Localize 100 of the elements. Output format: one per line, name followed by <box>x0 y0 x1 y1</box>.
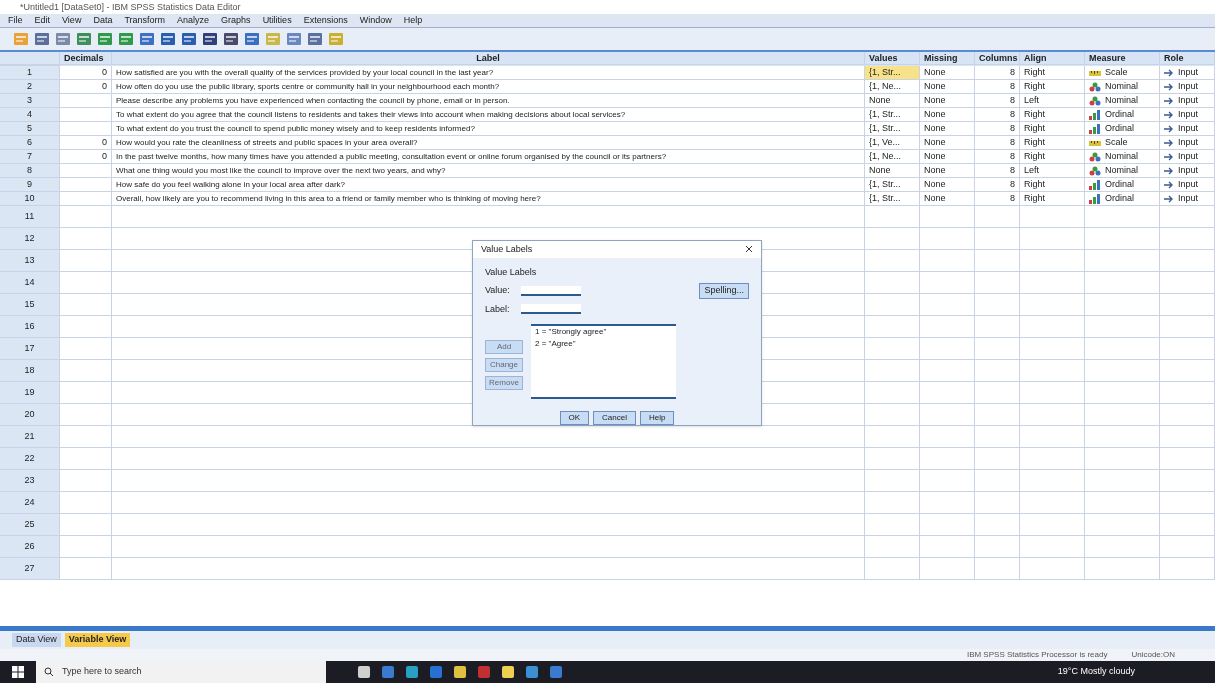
table-cell[interactable]: {1, Ne... <box>865 80 920 94</box>
empty-cell[interactable] <box>1085 206 1160 228</box>
taskbar-search-field[interactable]: Type here to search <box>36 661 326 683</box>
column-header[interactable]: Decimals <box>60 52 112 65</box>
close-icon[interactable] <box>745 245 753 254</box>
empty-cell[interactable] <box>975 492 1020 514</box>
empty-cell[interactable] <box>920 558 975 580</box>
row-number[interactable]: 12 <box>0 228 60 250</box>
empty-cell[interactable] <box>1085 338 1160 360</box>
empty-cell[interactable] <box>1020 316 1085 338</box>
empty-cell[interactable] <box>920 470 975 492</box>
empty-cell[interactable] <box>1020 250 1085 272</box>
menu-item[interactable]: Graphs <box>221 14 251 27</box>
column-header[interactable]: Label <box>112 52 865 65</box>
empty-cell[interactable] <box>112 470 865 492</box>
table-cell[interactable]: {1, Str... <box>865 66 920 80</box>
empty-cell[interactable] <box>1085 558 1160 580</box>
menu-item[interactable]: File <box>8 14 23 27</box>
menu-item[interactable]: Window <box>359 14 392 27</box>
empty-cell[interactable] <box>1020 470 1085 492</box>
dialog-button[interactable]: OK <box>559 411 590 425</box>
empty-cell[interactable] <box>865 294 920 316</box>
empty-cell[interactable] <box>920 250 975 272</box>
empty-cell[interactable] <box>920 426 975 448</box>
empty-cell[interactable] <box>920 382 975 404</box>
taskbar-app-icon[interactable] <box>526 666 538 678</box>
table-cell[interactable]: {1, Str... <box>865 178 920 192</box>
empty-cell[interactable] <box>975 206 1020 228</box>
menu-item[interactable]: Edit <box>34 14 51 27</box>
empty-cell[interactable] <box>1085 470 1160 492</box>
row-number[interactable]: 25 <box>0 514 60 536</box>
list-action-button[interactable]: Change <box>485 358 523 372</box>
empty-cell[interactable] <box>920 294 975 316</box>
menu-item[interactable]: Transform <box>124 14 166 27</box>
empty-cell[interactable] <box>1085 492 1160 514</box>
row-number[interactable]: 21 <box>0 426 60 448</box>
value-labels-list[interactable]: 1 = "Strongly agree" 2 = "Agree" <box>531 324 676 399</box>
view-tab[interactable]: Variable View <box>64 633 131 647</box>
row-number[interactable]: 16 <box>0 316 60 338</box>
menu-item[interactable]: Extensions <box>303 14 348 27</box>
empty-cell[interactable] <box>865 360 920 382</box>
empty-cell[interactable] <box>920 338 975 360</box>
row-number[interactable]: 27 <box>0 558 60 580</box>
row-number[interactable]: 14 <box>0 272 60 294</box>
row-number[interactable]: 15 <box>0 294 60 316</box>
empty-cell[interactable] <box>1160 382 1215 404</box>
horizontal-scrollbar[interactable] <box>0 626 1215 631</box>
empty-cell[interactable] <box>1160 514 1215 536</box>
row-number[interactable]: 10 <box>0 192 60 206</box>
empty-cell[interactable] <box>865 448 920 470</box>
row-number[interactable]: 26 <box>0 536 60 558</box>
row-number[interactable]: 2 <box>0 80 60 94</box>
empty-cell[interactable] <box>1160 206 1215 228</box>
empty-cell[interactable] <box>1160 338 1215 360</box>
empty-cell[interactable] <box>975 558 1020 580</box>
empty-cell[interactable] <box>920 514 975 536</box>
row-number[interactable]: 17 <box>0 338 60 360</box>
empty-cell[interactable] <box>1020 426 1085 448</box>
empty-cell[interactable] <box>1020 360 1085 382</box>
empty-cell[interactable] <box>975 272 1020 294</box>
empty-cell[interactable] <box>920 404 975 426</box>
empty-cell[interactable] <box>1085 536 1160 558</box>
empty-cell[interactable] <box>1160 404 1215 426</box>
label-field[interactable] <box>521 304 581 315</box>
empty-cell[interactable] <box>865 558 920 580</box>
row-number[interactable]: 4 <box>0 108 60 122</box>
column-header[interactable]: Align <box>1020 52 1085 65</box>
empty-cell[interactable] <box>920 272 975 294</box>
table-cell[interactable]: {1, Str... <box>865 108 920 122</box>
row-number[interactable]: 7 <box>0 150 60 164</box>
empty-cell[interactable] <box>1085 272 1160 294</box>
empty-cell[interactable] <box>920 228 975 250</box>
empty-cell[interactable] <box>865 272 920 294</box>
table-cell[interactable]: {1, Ne... <box>865 150 920 164</box>
empty-cell[interactable] <box>920 536 975 558</box>
empty-cell[interactable] <box>1020 492 1085 514</box>
row-number[interactable]: 11 <box>0 206 60 228</box>
view-tab[interactable]: Data View <box>12 633 61 647</box>
empty-cell[interactable] <box>1085 250 1160 272</box>
empty-cell[interactable] <box>975 536 1020 558</box>
empty-cell[interactable] <box>920 492 975 514</box>
taskbar-app-icon[interactable] <box>358 666 370 678</box>
empty-cell[interactable] <box>865 492 920 514</box>
row-number[interactable]: 19 <box>0 382 60 404</box>
taskbar-app-icon[interactable] <box>502 666 514 678</box>
empty-cell[interactable] <box>865 536 920 558</box>
row-number[interactable]: 13 <box>0 250 60 272</box>
empty-cell[interactable] <box>975 360 1020 382</box>
empty-cell[interactable] <box>865 514 920 536</box>
list-action-button[interactable]: Remove <box>485 376 523 390</box>
empty-cell[interactable] <box>865 338 920 360</box>
menu-item[interactable]: Utilities <box>262 14 292 27</box>
empty-cell[interactable] <box>1085 448 1160 470</box>
row-number[interactable]: 23 <box>0 470 60 492</box>
empty-cell[interactable] <box>975 250 1020 272</box>
row-number[interactable]: 8 <box>0 164 60 178</box>
empty-cell[interactable] <box>1020 536 1085 558</box>
list-item[interactable]: 2 = "Agree" <box>535 338 672 350</box>
empty-cell[interactable] <box>975 338 1020 360</box>
dialog-button[interactable]: Help <box>640 411 675 425</box>
